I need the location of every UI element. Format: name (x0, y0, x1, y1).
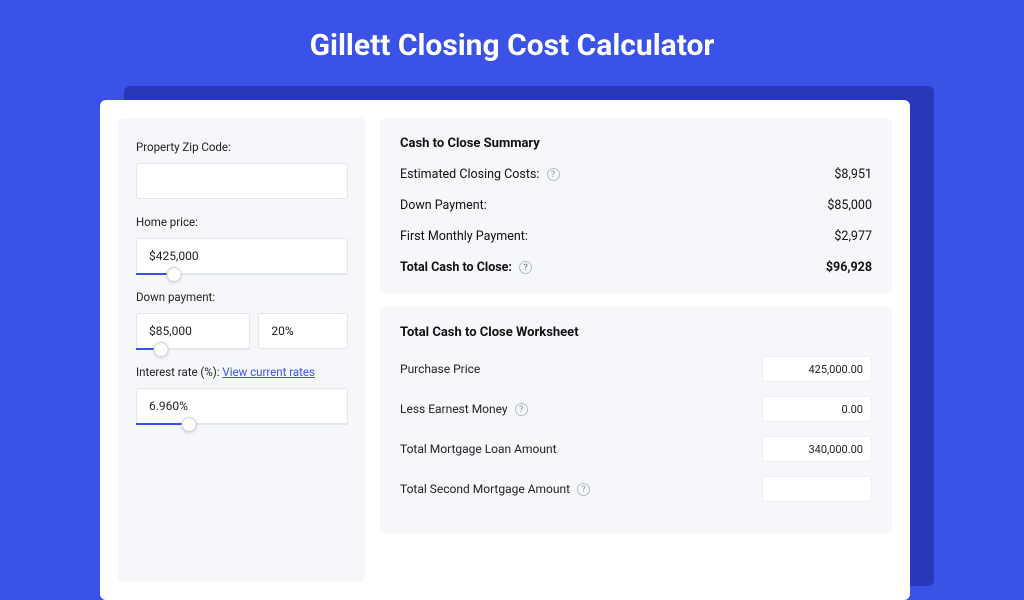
worksheet-label-text: Less Earnest Money (400, 402, 508, 416)
summary-row-total: Total Cash to Close: ? $96,928 (400, 260, 872, 275)
worksheet-input-mortgage[interactable] (762, 436, 872, 462)
summary-total-label: Total Cash to Close: ? (400, 260, 532, 275)
summary-value: $85,000 (827, 198, 872, 213)
zip-group: Property Zip Code: (136, 140, 348, 199)
summary-label: First Monthly Payment: (400, 229, 528, 244)
down-payment-label: Down payment: (136, 290, 348, 304)
summary-title: Cash to Close Summary (400, 136, 872, 151)
worksheet-title: Total Cash to Close Worksheet (400, 325, 872, 340)
home-price-label: Home price: (136, 215, 348, 229)
worksheet-input-second-mortgage[interactable] (762, 476, 872, 502)
page-title: Gillett Closing Cost Calculator (0, 0, 1024, 85)
summary-label: Estimated Closing Costs: ? (400, 167, 560, 182)
input-sidebar: Property Zip Code: Home price: Down paym… (118, 118, 366, 582)
worksheet-label: Total Second Mortgage Amount ? (400, 482, 590, 496)
summary-total-value: $96,928 (826, 260, 872, 275)
interest-rate-group: Interest rate (%): View current rates (136, 365, 348, 424)
rate-thumb[interactable] (182, 417, 197, 432)
worksheet-input-purchase-price[interactable] (762, 356, 872, 382)
help-icon[interactable]: ? (547, 168, 560, 181)
help-icon[interactable]: ? (577, 483, 590, 496)
worksheet-section: Total Cash to Close Worksheet Purchase P… (380, 307, 892, 534)
calculator-card: Property Zip Code: Home price: Down paym… (100, 100, 910, 600)
down-amount-slider-wrap (136, 313, 250, 349)
summary-value: $8,951 (834, 167, 872, 182)
down-amount-input[interactable] (136, 313, 250, 349)
worksheet-row-earnest: Less Earnest Money ? (400, 396, 872, 422)
interest-rate-input[interactable] (136, 388, 348, 424)
worksheet-label: Total Mortgage Loan Amount (400, 442, 557, 456)
help-icon[interactable]: ? (515, 403, 528, 416)
zip-label: Property Zip Code: (136, 140, 348, 154)
summary-value: $2,977 (834, 229, 872, 244)
down-percent-input[interactable] (258, 313, 348, 349)
zip-input[interactable] (136, 163, 348, 199)
help-icon[interactable]: ? (519, 261, 532, 274)
summary-label-text: Estimated Closing Costs: (400, 167, 539, 182)
rate-slider-wrap (136, 388, 348, 424)
results-content: Cash to Close Summary Estimated Closing … (380, 118, 892, 582)
view-rates-link[interactable]: View current rates (222, 365, 315, 379)
rate-label-text: Interest rate (%): (136, 365, 222, 379)
summary-row-first-payment: First Monthly Payment: $2,977 (400, 229, 872, 244)
worksheet-row-second-mortgage: Total Second Mortgage Amount ? (400, 476, 872, 502)
worksheet-label: Less Earnest Money ? (400, 402, 528, 416)
summary-row-down-payment: Down Payment: $85,000 (400, 198, 872, 213)
worksheet-row-mortgage: Total Mortgage Loan Amount (400, 436, 872, 462)
home-price-group: Home price: (136, 215, 348, 274)
home-price-thumb[interactable] (167, 267, 182, 282)
home-price-slider-wrap (136, 238, 348, 274)
summary-label: Down Payment: (400, 198, 487, 213)
worksheet-label-text: Total Second Mortgage Amount (400, 482, 570, 496)
summary-section: Cash to Close Summary Estimated Closing … (380, 118, 892, 293)
down-payment-group: Down payment: (136, 290, 348, 349)
worksheet-input-earnest[interactable] (762, 396, 872, 422)
worksheet-row-purchase-price: Purchase Price (400, 356, 872, 382)
summary-row-closing-costs: Estimated Closing Costs: ? $8,951 (400, 167, 872, 182)
down-amount-thumb[interactable] (154, 342, 169, 357)
worksheet-label: Purchase Price (400, 362, 480, 376)
interest-rate-label: Interest rate (%): View current rates (136, 365, 348, 379)
summary-total-label-text: Total Cash to Close: (400, 260, 512, 275)
